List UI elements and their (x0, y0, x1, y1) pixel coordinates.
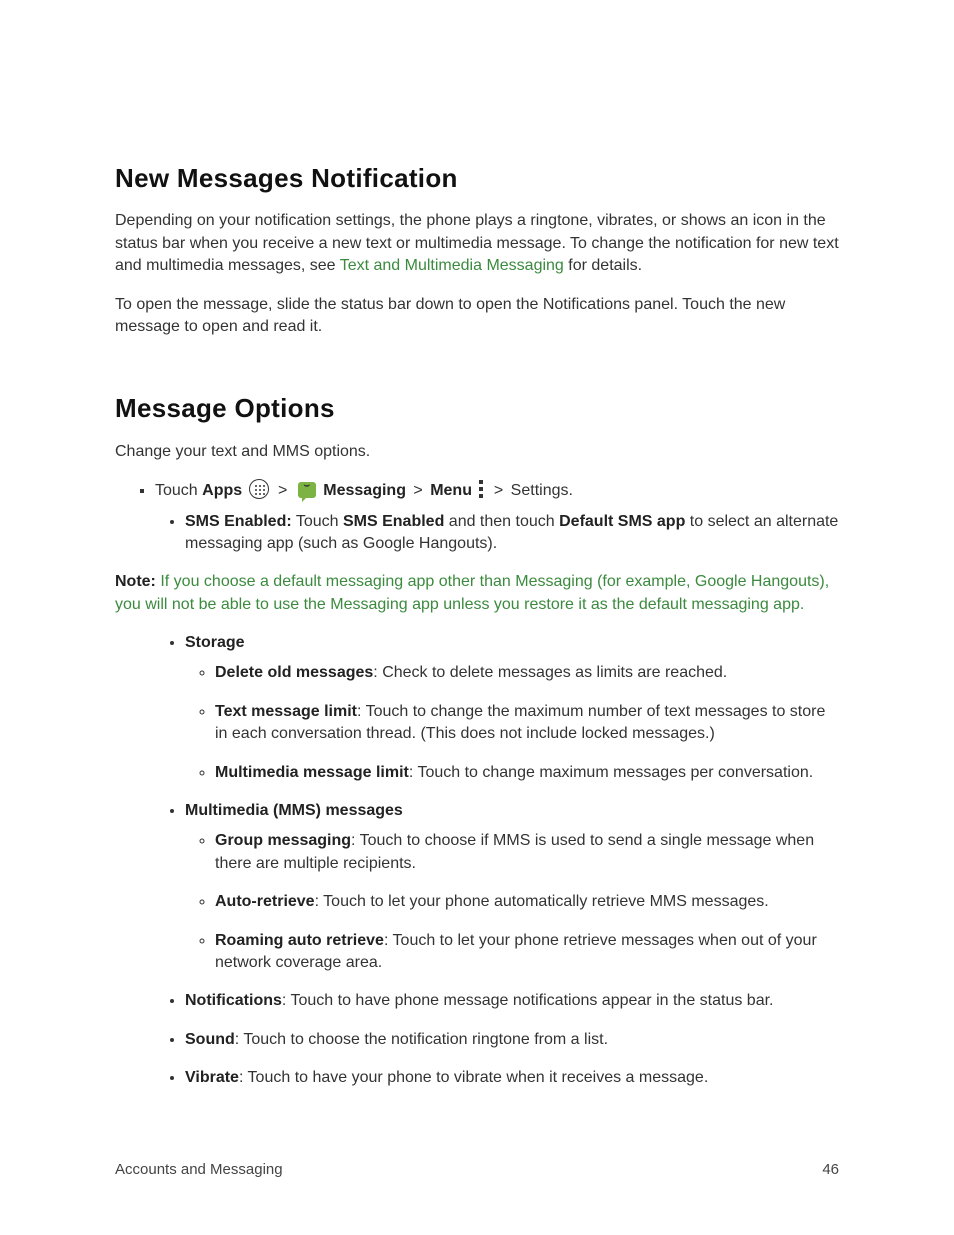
menu-icon (478, 480, 484, 498)
label: Roaming auto retrieve (215, 932, 384, 949)
label: Vibrate (185, 1069, 239, 1086)
list-item-storage: Storage Delete old messages: Check to de… (185, 632, 839, 784)
text: : Touch to have phone message notificati… (282, 992, 774, 1009)
list-item: Touch Apps > Messaging > Menu > Settings… (155, 479, 839, 555)
list-item: Delete old messages: Check to delete mes… (215, 662, 839, 684)
list-item-notifications: Notifications: Touch to have phone messa… (185, 990, 839, 1012)
options-list: Storage Delete old messages: Check to de… (115, 632, 839, 1089)
list-item-mms: Multimedia (MMS) messages Group messagin… (185, 800, 839, 974)
sublist: SMS Enabled: Touch SMS Enabled and then … (155, 511, 839, 556)
separator: > (489, 482, 507, 499)
note-text: If you choose a default messaging app ot… (115, 573, 829, 612)
storage-sublist: Delete old messages: Check to delete mes… (185, 662, 839, 784)
footer-page-number: 46 (822, 1159, 839, 1180)
label: Text message limit (215, 703, 357, 720)
footer-section: Accounts and Messaging (115, 1159, 283, 1180)
note: Note: If you choose a default messaging … (115, 571, 839, 616)
heading-new-messages: New Messages Notification (115, 160, 839, 196)
list-item: Multimedia message limit: Touch to chang… (215, 762, 839, 784)
paragraph: Depending on your notification settings,… (115, 210, 839, 277)
list-item: Text message limit: Touch to change the … (215, 701, 839, 746)
label-storage: Storage (185, 634, 245, 651)
apps-icon (249, 479, 269, 499)
label: Delete old messages (215, 664, 373, 681)
settings-path-list: Touch Apps > Messaging > Menu > Settings… (115, 479, 839, 555)
label-apps: Apps (202, 482, 242, 499)
text: : Touch to change maximum messages per c… (409, 764, 813, 781)
text: Touch (292, 513, 343, 530)
text: Settings. (511, 482, 573, 499)
label: Sound (185, 1031, 235, 1048)
label-messaging: Messaging (323, 482, 406, 499)
page-footer: Accounts and Messaging 46 (115, 1159, 839, 1180)
text: : Check to delete messages as limits are… (373, 664, 727, 681)
list-item: SMS Enabled: Touch SMS Enabled and then … (185, 511, 839, 556)
label: Multimedia message limit (215, 764, 409, 781)
mms-sublist: Group messaging: Touch to choose if MMS … (185, 830, 839, 974)
list-item: Group messaging: Touch to choose if MMS … (215, 830, 839, 875)
paragraph: Change your text and MMS options. (115, 441, 839, 463)
link-text-multimedia-messaging[interactable]: Text and Multimedia Messaging (340, 257, 564, 274)
separator: > (409, 482, 427, 499)
note-label: Note: (115, 573, 156, 590)
label: SMS Enabled (343, 513, 444, 530)
paragraph: To open the message, slide the status ba… (115, 294, 839, 339)
list-item: Auto-retrieve: Touch to let your phone a… (215, 891, 839, 913)
label: Auto-retrieve (215, 893, 315, 910)
list-item: Roaming auto retrieve: Touch to let your… (215, 930, 839, 975)
text: : Touch to have your phone to vibrate wh… (239, 1069, 708, 1086)
label: Group messaging (215, 832, 351, 849)
separator: > (274, 482, 292, 499)
text: and then touch (444, 513, 559, 530)
text: : Touch to choose the notification ringt… (235, 1031, 608, 1048)
label-sms-enabled: SMS Enabled: (185, 513, 292, 530)
messaging-icon (298, 482, 316, 498)
text: : Touch to let your phone automatically … (315, 893, 769, 910)
label-menu: Menu (430, 482, 472, 499)
label: Default SMS app (559, 513, 685, 530)
label-mms: Multimedia (MMS) messages (185, 802, 403, 819)
list-item-sound: Sound: Touch to choose the notification … (185, 1029, 839, 1051)
list-item-vibrate: Vibrate: Touch to have your phone to vib… (185, 1067, 839, 1089)
text: for details. (564, 257, 642, 274)
label: Notifications (185, 992, 282, 1009)
heading-message-options: Message Options (115, 390, 839, 426)
text: Touch (155, 482, 202, 499)
